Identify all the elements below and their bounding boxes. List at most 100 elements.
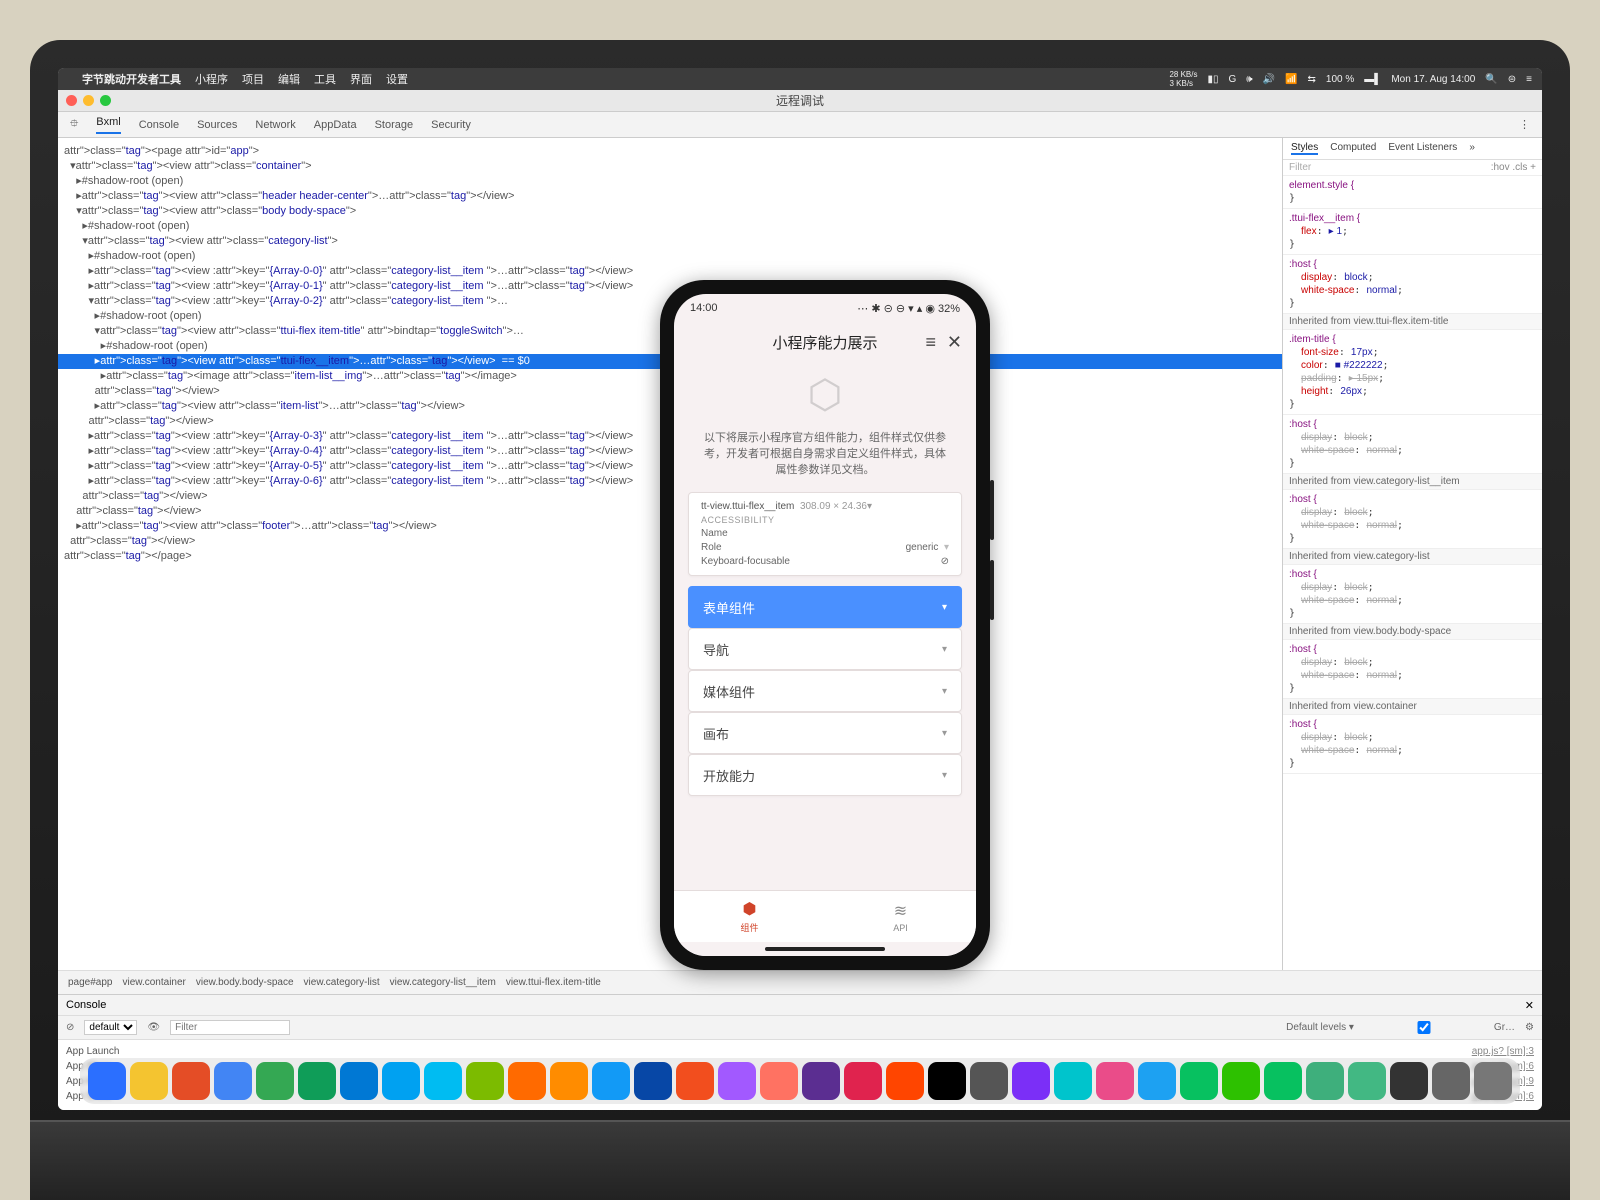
- console-group-checkbox[interactable]: [1364, 1021, 1484, 1034]
- styles-rules[interactable]: element.style {}….ttui-flex__item { flex…: [1283, 176, 1542, 970]
- phone-tab-api[interactable]: ≋ API: [825, 891, 976, 942]
- dock-app-icon[interactable]: [340, 1062, 378, 1100]
- dock-app-icon[interactable]: [718, 1062, 756, 1100]
- console-filter-input[interactable]: [170, 1020, 290, 1035]
- tab-bxml[interactable]: Bxml: [96, 116, 120, 134]
- breadcrumb-item[interactable]: view.container: [123, 977, 186, 988]
- menu-miniprogram[interactable]: 小程序: [195, 71, 228, 87]
- console-eye-icon[interactable]: 👁: [147, 1022, 160, 1033]
- tab-appdata[interactable]: AppData: [314, 119, 357, 131]
- menu-tools[interactable]: 工具: [314, 71, 336, 87]
- dock-app-icon[interactable]: [634, 1062, 672, 1100]
- devtools-more-icon[interactable]: ⋮: [1519, 118, 1530, 131]
- dock-app-icon[interactable]: [802, 1062, 840, 1100]
- phone-menu-icon[interactable]: ≡: [925, 332, 936, 353]
- console-close-icon[interactable]: ✕: [1525, 999, 1534, 1012]
- menubar-clock[interactable]: Mon 17. Aug 14:00: [1391, 74, 1475, 85]
- console-settings-icon[interactable]: ⚙: [1525, 1022, 1534, 1033]
- dock-app-icon[interactable]: [214, 1062, 252, 1100]
- dock-app-icon[interactable]: [1054, 1062, 1092, 1100]
- tab-console[interactable]: Console: [139, 119, 179, 131]
- breadcrumb-item[interactable]: view.category-list__item: [390, 977, 496, 988]
- elements-breadcrumb[interactable]: page#app view.container view.body.body-spa…: [58, 970, 1542, 994]
- styles-add-rule[interactable]: +: [1530, 162, 1536, 173]
- google-icon[interactable]: G: [1229, 74, 1237, 85]
- dock-app-icon[interactable]: [970, 1062, 1008, 1100]
- phone-category-item[interactable]: 媒体组件▾: [688, 670, 962, 712]
- macos-dock[interactable]: [80, 1058, 1520, 1104]
- menu-edit[interactable]: 编辑: [278, 71, 300, 87]
- styles-tab-more[interactable]: »: [1469, 142, 1475, 155]
- tab-security[interactable]: Security: [431, 119, 471, 131]
- sync-icon[interactable]: ⇆: [1308, 74, 1316, 85]
- phone-category-item[interactable]: 导航▾: [688, 628, 962, 670]
- console-clear-icon[interactable]: ⊘: [66, 1022, 74, 1033]
- dock-app-icon[interactable]: [676, 1062, 714, 1100]
- dock-app-icon[interactable]: [1180, 1062, 1218, 1100]
- phone-tab-components[interactable]: ⬢ 组件: [674, 891, 825, 942]
- dock-app-icon[interactable]: [1264, 1062, 1302, 1100]
- styles-tab-listeners[interactable]: Event Listeners: [1388, 142, 1457, 155]
- dock-app-icon[interactable]: [508, 1062, 546, 1100]
- breadcrumb-item[interactable]: view.category-list: [304, 977, 380, 988]
- app-name[interactable]: 字节跳动开发者工具: [82, 71, 181, 87]
- phone-category-item[interactable]: 表单组件▾: [688, 586, 962, 628]
- phone-category-item[interactable]: 开放能力▾: [688, 754, 962, 796]
- dock-app-icon[interactable]: [1012, 1062, 1050, 1100]
- volume-icon[interactable]: 🔊: [1263, 74, 1275, 85]
- dock-app-icon[interactable]: [1222, 1062, 1260, 1100]
- dock-app-icon[interactable]: [256, 1062, 294, 1100]
- tooltip-kf-label: Keyboard-focusable: [701, 556, 790, 567]
- dock-app-icon[interactable]: [1348, 1062, 1386, 1100]
- tab-storage[interactable]: Storage: [375, 119, 414, 131]
- tab-sources[interactable]: Sources: [197, 119, 237, 131]
- console-context-select[interactable]: default: [84, 1020, 137, 1035]
- breadcrumb-item[interactable]: page#app: [68, 977, 113, 988]
- dock-app-icon[interactable]: [550, 1062, 588, 1100]
- dock-app-icon[interactable]: [382, 1062, 420, 1100]
- dock-app-icon[interactable]: [298, 1062, 336, 1100]
- control-center-icon[interactable]: ⊜: [1508, 74, 1516, 85]
- sound-icon[interactable]: 🕪: [1246, 74, 1252, 85]
- menu-settings[interactable]: 设置: [386, 71, 408, 87]
- dock-app-icon[interactable]: [424, 1062, 462, 1100]
- dock-app-icon[interactable]: [592, 1062, 630, 1100]
- dock-app-icon[interactable]: [760, 1062, 798, 1100]
- styles-cls-toggle[interactable]: .cls: [1512, 162, 1527, 173]
- menu-interface[interactable]: 界面: [350, 71, 372, 87]
- spotlight-icon[interactable]: 🔍: [1485, 74, 1497, 85]
- phone-category-item[interactable]: 画布▾: [688, 712, 962, 754]
- dock-app-icon[interactable]: [1390, 1062, 1428, 1100]
- dock-app-icon[interactable]: [130, 1062, 168, 1100]
- dock-app-icon[interactable]: [886, 1062, 924, 1100]
- wifi-icon[interactable]: 📶: [1285, 74, 1297, 85]
- dock-app-icon[interactable]: [1474, 1062, 1512, 1100]
- inspect-icon[interactable]: ⯐: [70, 115, 78, 134]
- zoom-icon[interactable]: [100, 95, 111, 106]
- inspect-tooltip: tt-view.ttui-flex__item 308.09 × 24.36▾ …: [688, 492, 962, 576]
- menu-project[interactable]: 项目: [242, 71, 264, 87]
- styles-tab-styles[interactable]: Styles: [1291, 142, 1318, 155]
- breadcrumb-item[interactable]: view.ttui-flex.item-title: [506, 977, 601, 988]
- dock-app-icon[interactable]: [172, 1062, 210, 1100]
- console-source-link[interactable]: app.js? [sm]:3: [1472, 1044, 1534, 1059]
- breadcrumb-item[interactable]: view.body.body-space: [196, 977, 294, 988]
- console-levels[interactable]: Default levels ▾: [1286, 1022, 1354, 1033]
- notifications-icon[interactable]: ≡: [1526, 74, 1532, 85]
- close-icon[interactable]: [66, 95, 77, 106]
- dock-app-icon[interactable]: [466, 1062, 504, 1100]
- styles-hov-toggle[interactable]: :hov: [1491, 162, 1510, 173]
- dock-app-icon[interactable]: [88, 1062, 126, 1100]
- styles-tab-computed[interactable]: Computed: [1330, 142, 1376, 155]
- dock-app-icon[interactable]: [1096, 1062, 1134, 1100]
- console-drawer-tab[interactable]: Console: [66, 999, 106, 1011]
- dock-app-icon[interactable]: [928, 1062, 966, 1100]
- dock-app-icon[interactable]: [844, 1062, 882, 1100]
- dock-app-icon[interactable]: [1432, 1062, 1470, 1100]
- styles-filter[interactable]: Filter: [1289, 162, 1311, 173]
- dock-app-icon[interactable]: [1306, 1062, 1344, 1100]
- tab-network[interactable]: Network: [255, 119, 295, 131]
- minimize-icon[interactable]: [83, 95, 94, 106]
- phone-close-icon[interactable]: ✕: [947, 332, 962, 353]
- dock-app-icon[interactable]: [1138, 1062, 1176, 1100]
